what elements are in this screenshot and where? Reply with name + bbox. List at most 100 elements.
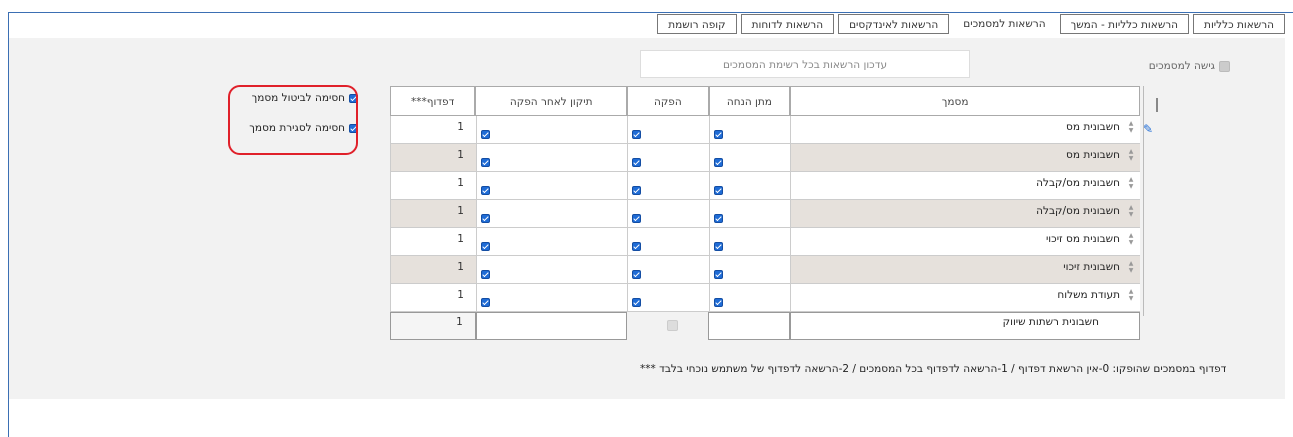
- spinner-icon[interactable]: ▲ ▼: [1128, 176, 1134, 190]
- document-name: חשבונית מס/קבלה: [1036, 177, 1120, 189]
- tab-document-permissions[interactable]: הרשאות למסמכים: [953, 14, 1055, 34]
- cell-print: [627, 284, 709, 312]
- give-discount-checkbox[interactable]: [713, 298, 723, 307]
- scrollbar-thumb[interactable]: [1156, 98, 1158, 112]
- tab-general-permissions[interactable]: הרשאות כלליות: [1193, 14, 1285, 34]
- cell-document[interactable]: חשבונית זיכוי ▲ ▼: [790, 256, 1140, 284]
- tab-index-permissions[interactable]: הרשאות לאינדקסים: [838, 14, 950, 34]
- cell-print: [627, 228, 709, 256]
- grid-scrollbar[interactable]: [1143, 86, 1152, 316]
- cell-print: [627, 200, 709, 228]
- update-all-documents-button[interactable]: עדכון הרשאות בכל רשימת המסמכים: [640, 50, 970, 78]
- new-row-give-discount[interactable]: [708, 312, 790, 340]
- tab-general-permissions-cont[interactable]: הרשאות כלליות - המשך: [1059, 14, 1190, 34]
- print-checkbox[interactable]: [632, 158, 642, 167]
- cell-document[interactable]: תעודת משלוח ▲ ▼: [790, 284, 1140, 312]
- table-row-new: חשבונית רשתות שיווק 1: [390, 312, 1140, 340]
- print-checkbox[interactable]: [632, 298, 642, 307]
- fix-after-print-checkbox[interactable]: [480, 298, 490, 307]
- disabled-checkbox: [667, 320, 679, 331]
- cell-printing[interactable]: 1: [390, 284, 476, 312]
- grid-body: חשבונית מס ▲ ▼ 1 חשבונית מס ▲ ▼ 1 חשבונית מס/קבל…: [390, 116, 1140, 312]
- doc-access-label: גישה למסמכים: [1148, 60, 1215, 72]
- fix-after-print-checkbox[interactable]: [480, 158, 490, 167]
- cell-print: [627, 116, 709, 144]
- cell-give-discount: [708, 228, 791, 256]
- grid-header: מסמך מתן הנחה הפקה תיקון לאחר הפקה ***דפ…: [389, 86, 1140, 116]
- cell-fix-after-print: [475, 256, 628, 284]
- document-name: חשבונית מס/קבלה: [1036, 205, 1120, 217]
- tab-cash-register[interactable]: קופה רושמת: [657, 14, 737, 34]
- cell-fix-after-print: [475, 284, 628, 312]
- give-discount-checkbox[interactable]: [713, 186, 723, 195]
- fix-after-print-checkbox[interactable]: [480, 270, 490, 279]
- col-header-fix-after-print[interactable]: תיקון לאחר הפקה: [475, 86, 628, 116]
- document-name: חשבונית זיכוי: [1063, 261, 1120, 273]
- documents-grid: מסמך מתן הנחה הפקה תיקון לאחר הפקה ***דפ…: [389, 86, 1140, 312]
- fix-after-print-checkbox[interactable]: [480, 186, 490, 195]
- col-header-print[interactable]: הפקה: [627, 86, 709, 116]
- spinner-icon[interactable]: ▲ ▼: [1128, 232, 1134, 246]
- fix-after-print-checkbox[interactable]: [480, 130, 490, 139]
- table-row: חשבונית מס זיכוי ▲ ▼ 1: [390, 228, 1140, 256]
- give-discount-checkbox[interactable]: [713, 158, 723, 167]
- cell-print: [627, 172, 709, 200]
- col-header-printing[interactable]: ***דפדוף: [389, 86, 476, 116]
- cell-document[interactable]: חשבונית מס/קבלה ▲ ▼: [790, 172, 1140, 200]
- cell-printing[interactable]: 1: [390, 228, 476, 256]
- give-discount-checkbox[interactable]: [713, 214, 723, 223]
- cell-printing[interactable]: 1: [390, 144, 476, 172]
- tab-report-permissions[interactable]: הרשאות לדוחות: [740, 14, 835, 34]
- cell-document[interactable]: חשבונית מס זיכוי ▲ ▼: [790, 228, 1140, 256]
- pencil-icon[interactable]: ✎: [1143, 122, 1153, 136]
- cell-printing[interactable]: 1: [390, 200, 476, 228]
- cell-document[interactable]: חשבונית מס/קבלה ▲ ▼: [790, 200, 1140, 228]
- print-checkbox[interactable]: [632, 242, 642, 251]
- cell-fix-after-print: [475, 200, 628, 228]
- document-name: חשבונית מס זיכוי: [1045, 233, 1120, 245]
- document-name: חשבונית מס: [1066, 121, 1120, 133]
- highlight-annotation: [228, 85, 358, 155]
- spinner-icon[interactable]: ▲ ▼: [1128, 120, 1134, 134]
- new-row-document[interactable]: חשבונית רשתות שיווק: [789, 312, 1140, 340]
- fix-after-print-checkbox[interactable]: [480, 242, 490, 251]
- cell-printing[interactable]: 1: [390, 116, 476, 144]
- table-row: חשבונית מס/קבלה ▲ ▼ 1: [390, 172, 1140, 200]
- cell-printing[interactable]: 1: [390, 256, 476, 284]
- give-discount-checkbox[interactable]: [713, 242, 723, 251]
- print-checkbox[interactable]: [632, 270, 642, 279]
- give-discount-checkbox[interactable]: [713, 130, 723, 139]
- spinner-icon[interactable]: ▲ ▼: [1128, 260, 1134, 274]
- document-name: תעודת משלוח: [1057, 289, 1120, 301]
- cell-document[interactable]: חשבונית מס ▲ ▼: [790, 144, 1140, 172]
- new-row-printing[interactable]: 1: [390, 312, 476, 340]
- cell-fix-after-print: [475, 172, 628, 200]
- doc-access-checkbox[interactable]: [1219, 60, 1230, 72]
- table-row: תעודת משלוח ▲ ▼ 1: [390, 284, 1140, 312]
- cell-fix-after-print: [475, 228, 628, 256]
- fix-after-print-checkbox[interactable]: [480, 214, 490, 223]
- cell-print: [627, 144, 709, 172]
- print-checkbox[interactable]: [632, 130, 642, 139]
- cell-printing[interactable]: 1: [390, 172, 476, 200]
- col-header-document[interactable]: מסמך: [790, 86, 1140, 116]
- doc-access-option[interactable]: גישה למסמכים: [1120, 58, 1230, 74]
- col-header-give-discount[interactable]: מתן הנחה: [708, 86, 791, 116]
- tab-bar: הרשאות כלליות הרשאות כלליות - המשך הרשאו…: [600, 14, 1285, 36]
- table-row: חשבונית מס ▲ ▼ 1: [390, 144, 1140, 172]
- spinner-icon[interactable]: ▲ ▼: [1128, 204, 1134, 218]
- table-row: חשבונית זיכוי ▲ ▼ 1: [390, 256, 1140, 284]
- cell-print: [627, 256, 709, 284]
- cell-give-discount: [708, 116, 791, 144]
- cell-document[interactable]: חשבונית מס ▲ ▼: [790, 116, 1140, 144]
- print-checkbox[interactable]: [632, 186, 642, 195]
- cell-give-discount: [708, 144, 791, 172]
- print-checkbox[interactable]: [632, 214, 642, 223]
- cell-give-discount: [708, 172, 791, 200]
- document-name: חשבונית מס: [1066, 149, 1120, 161]
- spinner-icon[interactable]: ▲ ▼: [1128, 288, 1134, 302]
- give-discount-checkbox[interactable]: [713, 270, 723, 279]
- spinner-icon[interactable]: ▲ ▼: [1128, 148, 1134, 162]
- new-row-print: [627, 312, 709, 340]
- new-row-fix-after-print[interactable]: [475, 312, 628, 340]
